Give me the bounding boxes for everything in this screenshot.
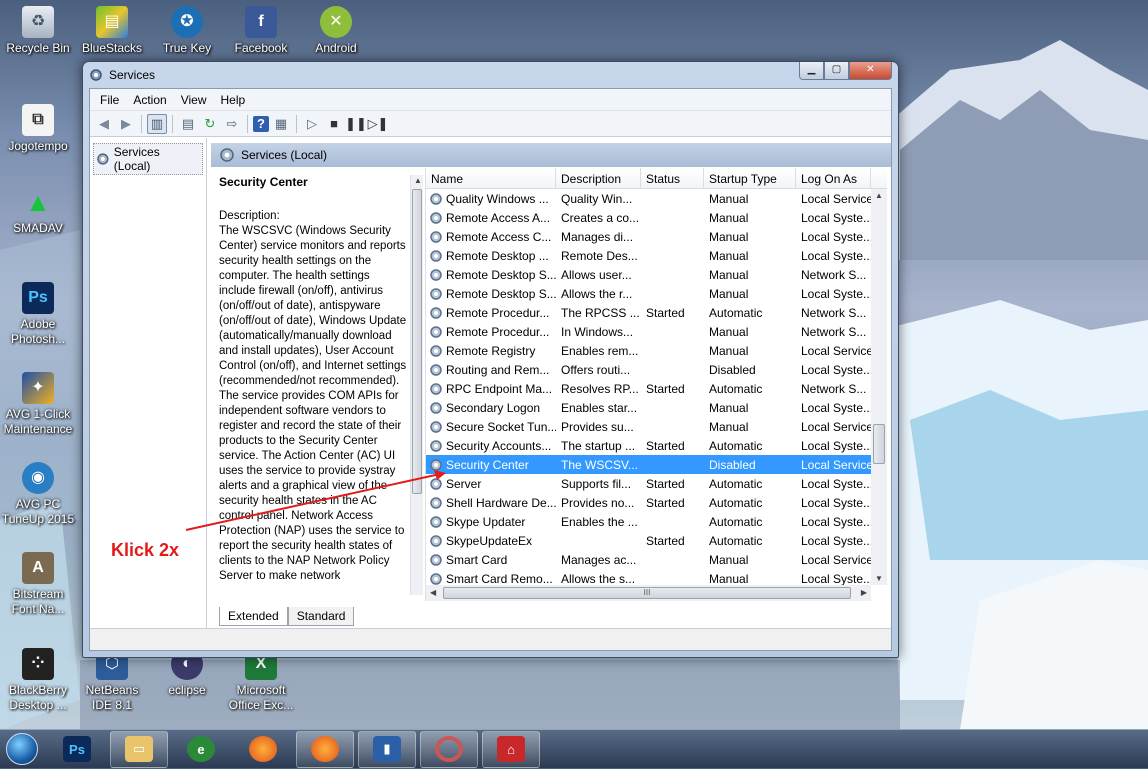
taskbar-loader[interactable] bbox=[420, 730, 478, 768]
taskbar-toolbox[interactable]: ⌂ bbox=[482, 730, 540, 768]
taskbar-firefox-window[interactable] bbox=[296, 730, 354, 768]
app-icon: ▮ bbox=[373, 736, 401, 762]
annotation-arrow bbox=[185, 470, 446, 531]
taskbar-app[interactable]: ▮ bbox=[358, 730, 416, 768]
taskbar-photoshop[interactable]: Ps bbox=[48, 731, 106, 768]
taskbar-ie[interactable]: e bbox=[172, 731, 230, 768]
windows-orb-icon bbox=[6, 733, 38, 765]
taskbar-explorer[interactable]: ▭ bbox=[110, 730, 168, 768]
toolbox-icon: ⌂ bbox=[497, 736, 525, 762]
taskbar: Ps ▭ e ▮ ⌂ bbox=[0, 729, 1148, 768]
firefox-icon bbox=[311, 736, 339, 762]
annotation-label: Klick 2x bbox=[111, 540, 180, 560]
photoshop-icon: Ps bbox=[63, 736, 91, 762]
loading-icon bbox=[435, 736, 463, 762]
folder-icon: ▭ bbox=[125, 736, 153, 762]
firefox-icon bbox=[249, 736, 277, 762]
start-button[interactable] bbox=[0, 730, 44, 769]
browser-icon: e bbox=[187, 736, 215, 762]
taskbar-firefox[interactable] bbox=[234, 731, 292, 768]
